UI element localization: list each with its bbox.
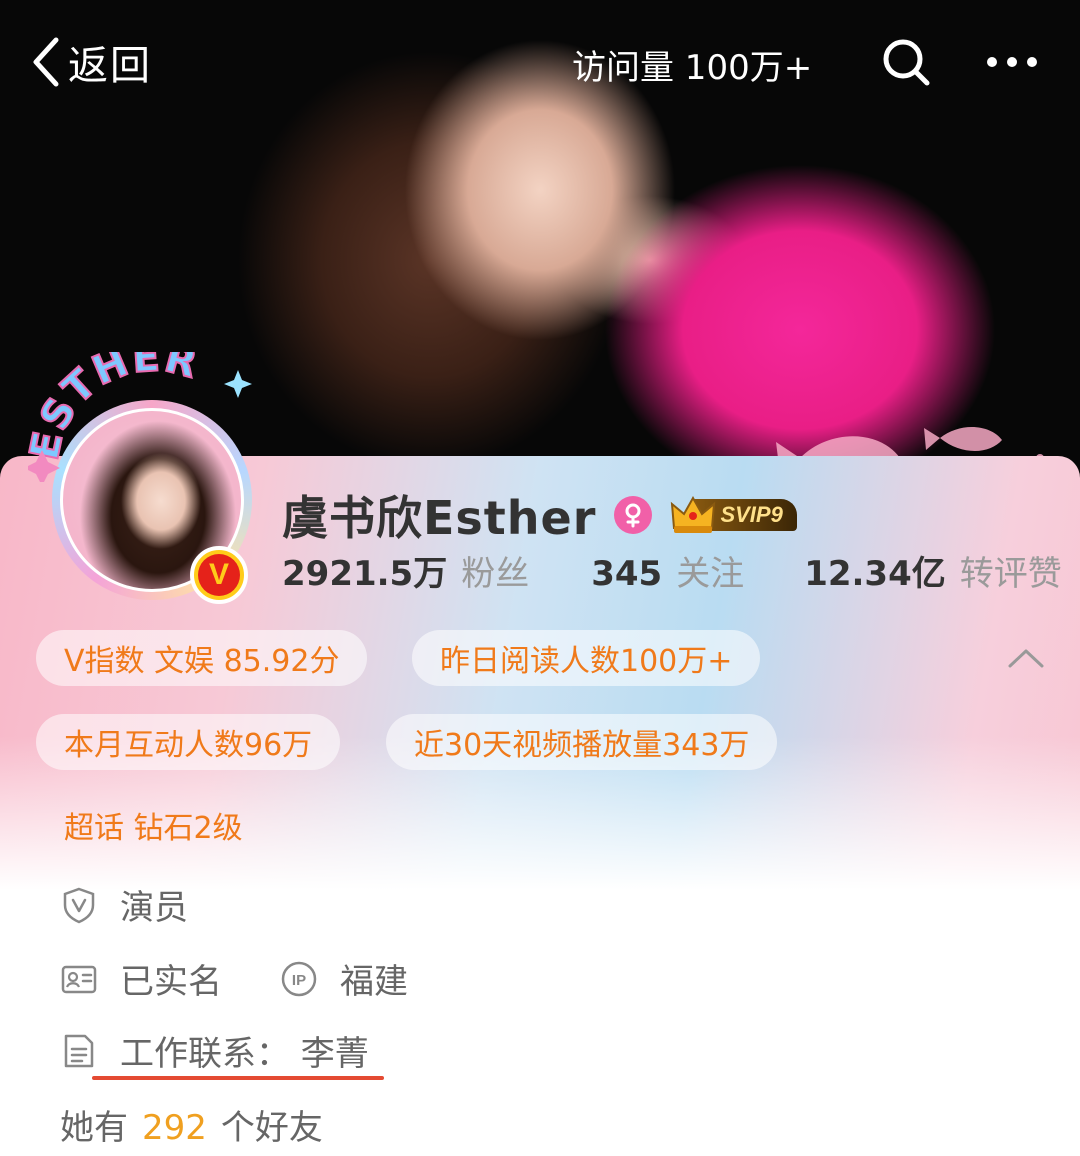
work-contact-text: 工作联系： 李菁: [120, 1034, 369, 1074]
top-navigation-bar: 返回 访问量 100万+: [0, 0, 1080, 130]
followers-label: 粉丝: [461, 554, 530, 594]
engagement-count: 12.34亿: [804, 554, 946, 594]
friends-prefix: 她有: [60, 1108, 128, 1148]
ip-location-icon: IP: [281, 961, 317, 996]
document-icon: [64, 1034, 94, 1067]
chevron-up-icon[interactable]: [1006, 646, 1046, 670]
friends-row[interactable]: 她有 292 个好友: [60, 1100, 323, 1149]
avatar-frame[interactable]: ESTHER V: [28, 352, 258, 604]
stats-row: 2921.5万 粉丝 345 关注 12.34亿 转评赞: [282, 546, 1062, 595]
friends-count: 292: [142, 1108, 207, 1148]
visit-count-label: 访问量 100万+: [572, 48, 813, 88]
ip-location-text: 福建: [340, 962, 408, 1002]
following-stat[interactable]: 345 关注: [591, 546, 744, 595]
engagement-label: 转评赞: [959, 554, 1062, 594]
verified-badge: V: [190, 546, 248, 604]
monthly-interactions-chip[interactable]: 本月互动人数96万: [36, 714, 341, 770]
v-index-chip[interactable]: V指数 文娱 85.92分: [36, 630, 368, 686]
profile-name: 虞书欣Esther: [282, 491, 597, 545]
verified-v-icon: V: [198, 554, 240, 596]
engagement-stat[interactable]: 12.34亿 转评赞: [804, 546, 1062, 595]
identity-location-row: 已实名 IP 福建: [60, 954, 408, 1003]
female-icon: [614, 496, 653, 534]
chevron-left-icon: [33, 37, 59, 87]
occupation-text: 演员: [120, 888, 188, 928]
avatar-frame-text: ESTHER: [28, 352, 252, 482]
work-contact-underline: [92, 1076, 384, 1080]
followers-count: 2921.5万: [282, 554, 448, 594]
id-card-icon: [61, 965, 97, 993]
occupation-row: 演员: [60, 880, 188, 929]
following-label: 关注: [676, 554, 745, 594]
crown-icon: [671, 495, 716, 533]
friends-suffix: 个好友: [220, 1108, 323, 1148]
shield-v-icon: [63, 887, 95, 923]
svg-text:ESTHER: ESTHER: [28, 352, 204, 464]
back-label: 返回: [68, 43, 152, 89]
video-plays-chip[interactable]: 近30天视频播放量343万: [386, 714, 778, 770]
search-icon[interactable]: [880, 36, 932, 88]
back-button[interactable]: 返回: [28, 30, 152, 94]
followers-stat[interactable]: 2921.5万 粉丝: [282, 546, 529, 595]
following-count: 345: [591, 554, 663, 594]
work-contact-row[interactable]: 工作联系： 李菁: [60, 1026, 369, 1075]
super-topic-chip[interactable]: 超话 钻石2级: [36, 797, 271, 853]
svip-badge[interactable]: SVIP9: [670, 494, 797, 536]
svg-text:IP: IP: [292, 972, 306, 989]
profile-name-row: 虞书欣Esther SVIP9: [282, 482, 797, 548]
yesterday-readers-chip[interactable]: 昨日阅读人数100万+: [412, 630, 761, 686]
verified-name-text: 已实名: [120, 962, 222, 1002]
more-horizontal-icon[interactable]: [984, 40, 1040, 84]
